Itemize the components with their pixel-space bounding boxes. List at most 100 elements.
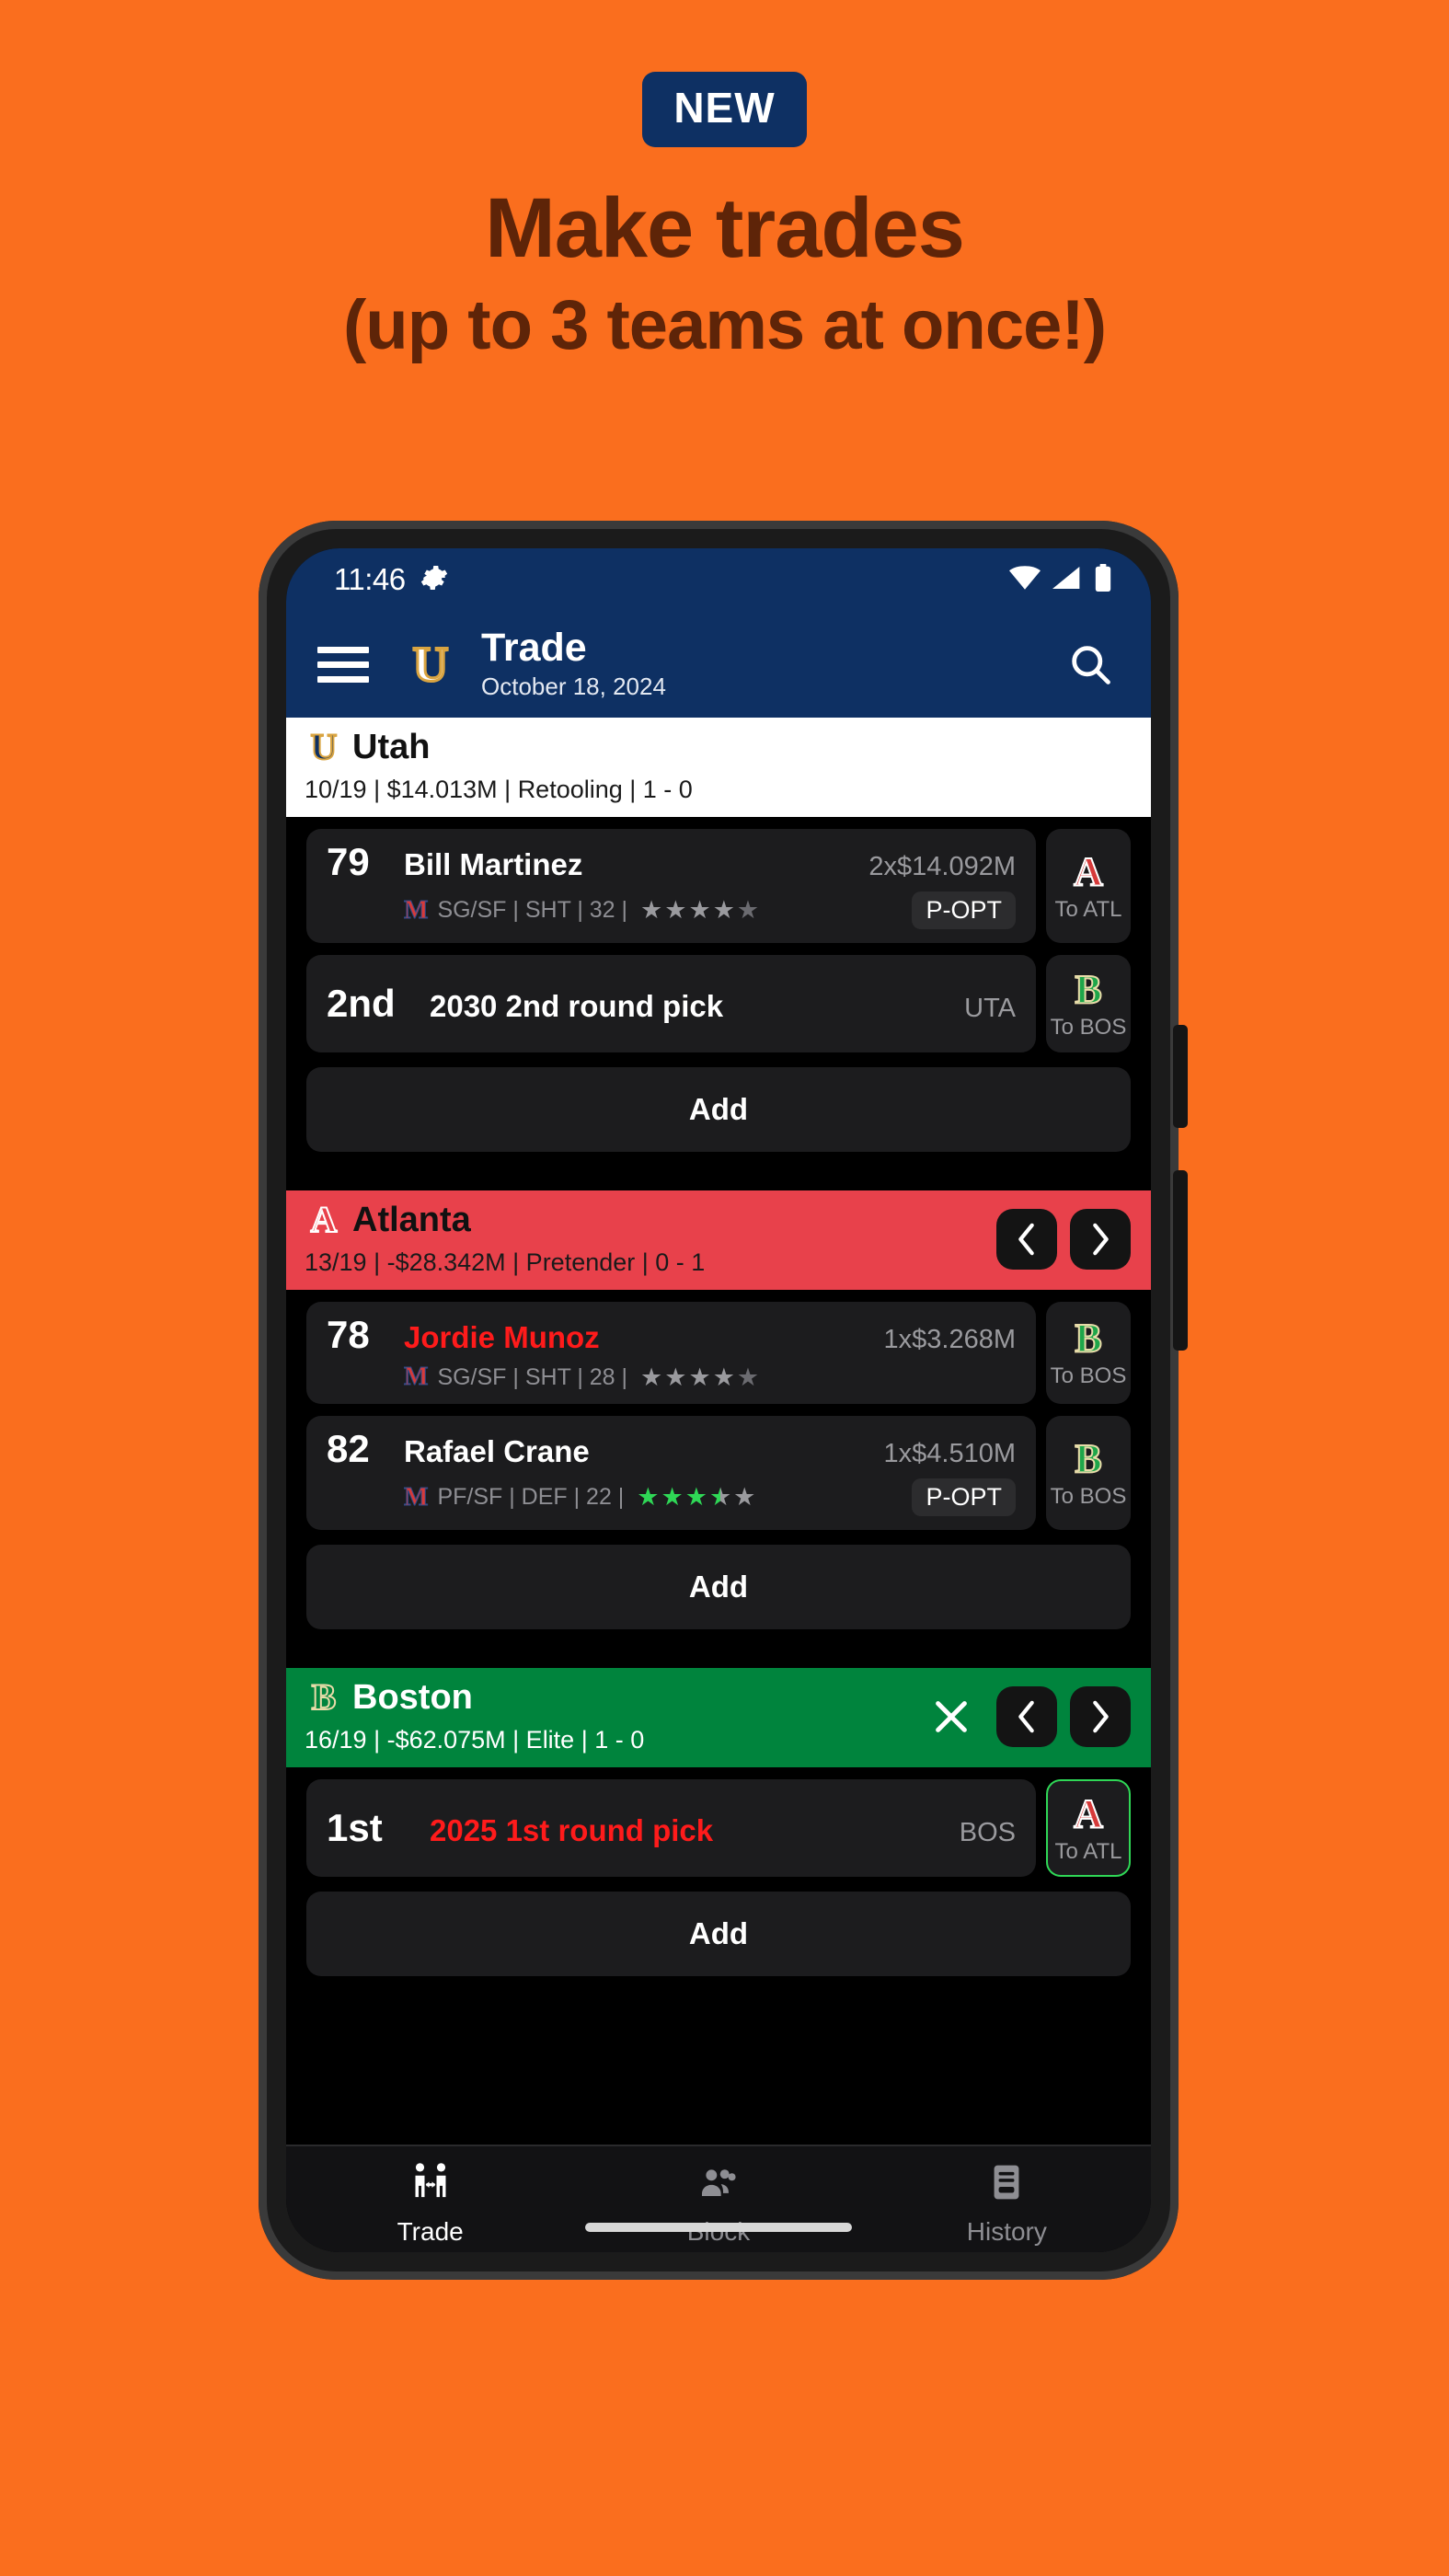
star-icon: ★: [688, 896, 711, 924]
people-group-icon: [697, 2161, 740, 2208]
signal-icon: [1052, 566, 1082, 594]
team-name: Utah: [352, 728, 431, 766]
player-team-badge: M: [403, 1482, 429, 1512]
pick-name: 2025 1st round pick: [430, 1813, 714, 1847]
star-icon: ★: [661, 1483, 684, 1511]
contract-option-badge[interactable]: P-OPT: [912, 1478, 1016, 1516]
player-secondary-line: M SG/SF | SHT | 28 | ★ ★ ★ ★ ★: [327, 1363, 1016, 1391]
status-bar-right: [1009, 563, 1112, 596]
pick-owner: UTA: [964, 994, 1016, 1023]
player-overall: 82: [327, 1427, 370, 1470]
star-icon: ★: [664, 896, 687, 924]
player-name: Bill Martinez: [404, 847, 583, 881]
player-card[interactable]: 78 Jordie Munoz 1x$3.268M M SG/SF | SHT | 28…: [306, 1302, 1036, 1404]
next-team-button[interactable]: [1070, 1686, 1131, 1747]
nav-item-block[interactable]: Block: [574, 2161, 862, 2247]
team-meta: 16/19 | -$62.075M | Elite | 1 - 0: [305, 1726, 645, 1754]
player-card[interactable]: 79 Bill Martinez 2x$14.092M M SG/SF | SHT | …: [306, 829, 1036, 943]
draft-pick-card[interactable]: 2nd 2030 2nd round pick UTA: [306, 955, 1036, 1052]
team-logo-boston: B: [311, 1676, 338, 1718]
team-name-line: A Atlanta: [305, 1199, 996, 1240]
destination-team-logo: B: [1074, 966, 1102, 1012]
team-header-actions: [996, 1209, 1131, 1270]
team-assets-boston: 1st 2025 1st round pick BOS A To ATL Add: [286, 1767, 1151, 1993]
player-detail: PF/SF | DEF | 22 |: [437, 1484, 625, 1510]
search-icon[interactable]: [1066, 640, 1114, 688]
bottom-navigation: Trade Block: [286, 2145, 1151, 2252]
star-icon: ★: [708, 1483, 732, 1511]
nav-item-trade[interactable]: Trade: [286, 2161, 574, 2247]
asset-row: 82 Rafael Crane 1x$4.510M M PF/SF | DEF | 22…: [286, 1404, 1151, 1530]
destination-button[interactable]: B To BOS: [1046, 1416, 1131, 1530]
add-asset-button-atlanta[interactable]: Add: [306, 1545, 1131, 1629]
team-assets-utah: 79 Bill Martinez 2x$14.092M M SG/SF | SHT | …: [286, 817, 1151, 1168]
team-header-info: U Utah 10/19 | $14.013M | Retooling | 1 - …: [305, 726, 1131, 804]
phone-volume-button: [1173, 1025, 1188, 1128]
destination-label: To BOS: [1050, 1363, 1127, 1388]
star-icon: ★: [736, 896, 760, 924]
promo-headline: Make trades: [485, 181, 965, 275]
promo-header: NEW Make trades (up to 3 teams at once!): [0, 0, 1449, 361]
player-rating-stars: ★ ★ ★ ★ ★: [640, 898, 759, 923]
nav-item-history[interactable]: History: [863, 2161, 1151, 2247]
team-assets-atlanta: 78 Jordie Munoz 1x$3.268M M SG/SF | SHT | 28…: [286, 1290, 1151, 1646]
player-rating-stars: ★ ★ ★ ★ ★: [640, 1364, 759, 1390]
next-team-button[interactable]: [1070, 1209, 1131, 1270]
team-header-atlanta[interactable]: A Atlanta 13/19 | -$28.342M | Pretender | …: [286, 1190, 1151, 1290]
destination-button[interactable]: B To BOS: [1046, 1302, 1131, 1404]
contract-option-badge[interactable]: P-OPT: [912, 891, 1016, 929]
phone-screen: 11:46 U Trade October 18, 2024 U Utah 10…: [286, 548, 1151, 2252]
remove-team-button[interactable]: [925, 1690, 978, 1743]
player-overall: 79: [327, 840, 370, 883]
pick-name: 2030 2nd round pick: [430, 989, 724, 1023]
team-logo-utah: U: [310, 726, 339, 767]
status-bar: 11:46: [286, 548, 1151, 611]
player-name: Jordie Munoz: [404, 1320, 600, 1354]
app-logo: U: [402, 633, 459, 696]
star-icon: ★: [640, 896, 663, 924]
pick-round: 2nd: [327, 982, 396, 1025]
player-team-badge: M: [403, 895, 429, 925]
player-salary: 1x$4.510M: [883, 1439, 1017, 1468]
add-asset-button-boston[interactable]: Add: [306, 1892, 1131, 1976]
destination-button[interactable]: A To ATL: [1046, 829, 1131, 943]
prev-team-button[interactable]: [996, 1686, 1057, 1747]
add-asset-button-utah[interactable]: Add: [306, 1067, 1131, 1152]
player-primary-line: 79 Bill Martinez 2x$14.092M: [327, 843, 1016, 881]
asset-row: 1st 2025 1st round pick BOS A To ATL: [286, 1767, 1151, 1877]
destination-label: To ATL: [1054, 896, 1122, 922]
player-secondary-line: M PF/SF | DEF | 22 | ★ ★ ★ ★ ★ P-OPT: [327, 1478, 1016, 1516]
destination-team-logo: B: [1074, 1316, 1102, 1361]
gesture-home-bar[interactable]: [585, 2223, 852, 2232]
new-badge: NEW: [642, 72, 807, 147]
pick-primary-line: 2nd 2030 2nd round pick UTA: [327, 984, 1016, 1023]
prev-team-button[interactable]: [996, 1209, 1057, 1270]
player-salary: 2x$14.092M: [868, 852, 1016, 881]
draft-pick-card[interactable]: 1st 2025 1st round pick BOS: [306, 1779, 1036, 1877]
destination-button[interactable]: A To ATL: [1046, 1779, 1131, 1877]
team-header-actions: [925, 1686, 1131, 1747]
team-meta: 13/19 | -$28.342M | Pretender | 0 - 1: [305, 1248, 706, 1276]
team-meta: 10/19 | $14.013M | Retooling | 1 - 0: [305, 776, 693, 803]
section-divider: [286, 1646, 1151, 1668]
player-rating-stars: ★ ★ ★ ★ ★: [637, 1485, 755, 1510]
destination-button[interactable]: B To BOS: [1046, 955, 1131, 1052]
player-card[interactable]: 82 Rafael Crane 1x$4.510M M PF/SF | DEF | 22…: [306, 1416, 1036, 1530]
team-header-boston[interactable]: B Boston 16/19 | -$62.075M | Elite | 1 - 0: [286, 1668, 1151, 1767]
phone-mockup: 11:46 U Trade October 18, 2024 U Utah 10…: [259, 521, 1188, 2280]
promo-subheadline: (up to 3 teams at once!): [343, 286, 1107, 364]
team-logo-atlanta: A: [310, 1199, 339, 1240]
team-header-utah[interactable]: U Utah 10/19 | $14.013M | Retooling | 1 - …: [286, 718, 1151, 817]
player-team-badge: M: [403, 1363, 429, 1391]
team-name-line: U Utah: [305, 726, 1131, 767]
section-bottom-pad: [286, 1629, 1151, 1646]
hamburger-menu-icon[interactable]: [317, 646, 369, 683]
destination-team-logo: A: [1073, 1790, 1104, 1836]
destination-label: To BOS: [1050, 1483, 1127, 1509]
star-icon: ★: [712, 896, 735, 924]
app-bar-titles: Trade October 18, 2024: [481, 627, 1066, 700]
pick-owner: BOS: [959, 1818, 1016, 1847]
status-bar-left: 11:46: [334, 562, 448, 597]
page-date: October 18, 2024: [481, 672, 666, 700]
player-salary: 1x$3.268M: [883, 1325, 1017, 1354]
